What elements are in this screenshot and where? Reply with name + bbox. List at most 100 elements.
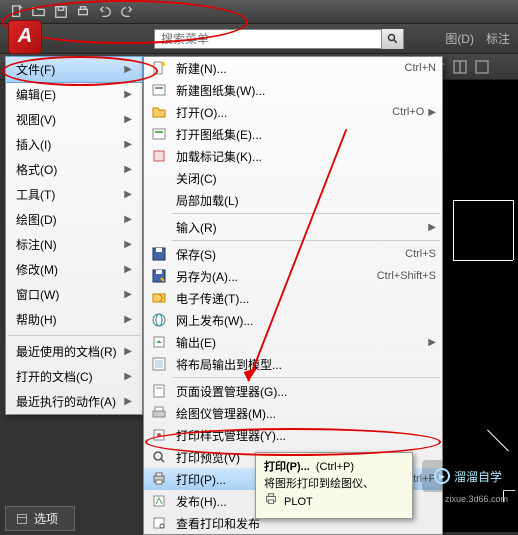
submenu-item[interactable]: 输出(E)▶ (144, 331, 442, 353)
menu-item-5[interactable]: 工具(T)▶ (6, 182, 142, 207)
print-icon[interactable] (74, 4, 92, 20)
shortcut-label: Ctrl+N (405, 62, 436, 74)
chevron-right-icon: ▶ (124, 139, 132, 150)
tooltip-shortcut: (Ctrl+P) (316, 459, 354, 476)
props-icon[interactable] (474, 59, 490, 75)
watermark-text: 溜溜自学 (454, 468, 502, 485)
submenu-item[interactable]: 打开(O)...Ctrl+O▶ (144, 101, 442, 123)
redo-icon[interactable] (118, 4, 136, 20)
markup-icon (148, 147, 170, 165)
menu-item-0[interactable]: 文件(F)▶ (5, 56, 143, 83)
recent-item-1[interactable]: 打开的文档(C) ▶ (6, 364, 142, 389)
export-icon (148, 333, 170, 351)
submenu-item[interactable]: 新建图纸集(W)... (144, 79, 442, 101)
preview-icon (148, 448, 170, 466)
chevron-right-icon: ▶ (124, 114, 132, 125)
submenu-item[interactable]: 局部加载(L) (144, 189, 442, 211)
submenu-label: 打开(O)... (176, 104, 392, 121)
blank-icon (148, 218, 170, 236)
app-logo[interactable]: A (8, 20, 42, 54)
saveas-icon (148, 267, 170, 285)
menu-item-10[interactable]: 帮助(H) ▶ (6, 307, 142, 332)
menu-item-7[interactable]: 标注(N)▶ (6, 232, 142, 257)
play-icon: ▶ (434, 468, 450, 484)
menu-separator (172, 240, 440, 241)
submenu-item[interactable]: 绘图仪管理器(M)... (144, 402, 442, 424)
submenu-item[interactable]: 页面设置管理器(G)... (144, 380, 442, 402)
submenu-item[interactable]: 保存(S)Ctrl+S (144, 243, 442, 265)
submenu-label: 关闭(C) (176, 170, 436, 187)
submenu-item[interactable]: 关闭(C) (144, 167, 442, 189)
menu-separator (172, 213, 440, 214)
printer-icon (264, 492, 278, 512)
submenu-item[interactable]: 打开图纸集(E)... (144, 123, 442, 145)
menubar: A 图(D) 标注 (0, 24, 518, 54)
submenu-item[interactable]: 打印样式管理器(Y)... (144, 424, 442, 446)
chevron-right-icon: ▶ (124, 164, 132, 175)
submenu-label: 输入(R) (176, 219, 424, 236)
new-doc-icon[interactable] (8, 4, 26, 20)
menu-separator (8, 335, 140, 336)
new-icon (148, 59, 170, 77)
chevron-right-icon: ▶ (428, 222, 436, 233)
chevron-right-icon: ▶ (124, 264, 132, 275)
submenu-label: 将布局输出到模型... (176, 356, 436, 373)
menu-item-1[interactable]: 编辑(E)▶ (6, 82, 142, 107)
save-icon[interactable] (52, 4, 70, 20)
submenu-label: 输出(E) (176, 334, 424, 351)
menu-item-4[interactable]: 格式(O)▶ (6, 157, 142, 182)
menu-view[interactable]: 图(D) (445, 30, 474, 47)
menu-item-3[interactable]: 插入(I)▶ (6, 132, 142, 157)
menu-item-2[interactable]: 视图(V)▶ (6, 107, 142, 132)
submenu-label: 加载标记集(K)... (176, 148, 436, 165)
submenu-item[interactable]: 输入(R) ▶ (144, 216, 442, 238)
menu-item-label: 修改(M) (16, 261, 58, 278)
submenu-label: 新建图纸集(W)... (176, 82, 436, 99)
open-icon[interactable] (30, 4, 48, 20)
menu-item-label: 绘图(D) (16, 211, 57, 228)
chevron-right-icon: ▶ (124, 396, 132, 407)
submenu-item[interactable]: 网上发布(W)... (144, 309, 442, 331)
sheetset-icon (148, 81, 170, 99)
recent-item-2[interactable]: 最近执行的动作(A)▶ (6, 389, 142, 414)
undo-icon[interactable] (96, 4, 114, 20)
submenu-label: 局部加载(L) (176, 192, 436, 209)
recent-item-0[interactable]: 最近使用的文档(R) ▶ (6, 339, 142, 364)
grid-icon[interactable] (452, 59, 468, 75)
menu-item-9[interactable]: 窗口(W)▶ (6, 282, 142, 307)
options-button[interactable]: 选项 (5, 506, 75, 531)
chevron-right-icon: ▶ (124, 314, 132, 325)
menu-item-label: 最近使用的文档(R) (16, 343, 117, 360)
save-icon (148, 245, 170, 263)
submenu-label: 打印样式管理器(Y)... (176, 427, 436, 444)
menu-item-6[interactable]: 绘图(D) ▶ (6, 207, 142, 232)
blank-icon (148, 169, 170, 187)
etransmit-icon (148, 289, 170, 307)
submenu-item[interactable]: 将布局输出到模型... (144, 353, 442, 375)
chevron-right-icon: ▶ (124, 346, 132, 357)
search-button[interactable] (381, 29, 403, 49)
submenu-item[interactable]: 电子传递(T)... (144, 287, 442, 309)
log-icon (148, 514, 170, 532)
watermark-url: zixue.3d66.com (445, 494, 508, 504)
submenu-item[interactable]: 另存为(A)...Ctrl+Shift+S (144, 265, 442, 287)
submenu-item[interactable]: 加载标记集(K)... (144, 145, 442, 167)
menu-item-label: 打开的文档(C) (16, 368, 93, 385)
submenu-item[interactable]: 新建(N)...Ctrl+N (144, 57, 442, 79)
chevron-right-icon: ▶ (124, 214, 132, 225)
open-icon (148, 103, 170, 121)
shortcut-label: Ctrl+O (392, 106, 424, 118)
menu-item-label: 帮助(H) (16, 311, 57, 328)
submenu-label: 页面设置管理器(G)... (176, 383, 436, 400)
chevron-right-icon: ▶ (124, 371, 132, 382)
chevron-right-icon: ▶ (124, 64, 132, 75)
chevron-right-icon: ▶ (124, 89, 132, 100)
menu-item-label: 工具(T) (16, 186, 55, 203)
layout-icon (148, 355, 170, 373)
menu-item-8[interactable]: 修改(M) ▶ (6, 257, 142, 282)
menu-annotate[interactable]: 标注 (486, 30, 510, 47)
submenu-label: 新建(N)... (176, 60, 405, 77)
search-input[interactable] (155, 32, 381, 46)
chevron-right-icon: ▶ (124, 239, 132, 250)
watermark: ▶ 溜溜自学 (422, 460, 514, 492)
